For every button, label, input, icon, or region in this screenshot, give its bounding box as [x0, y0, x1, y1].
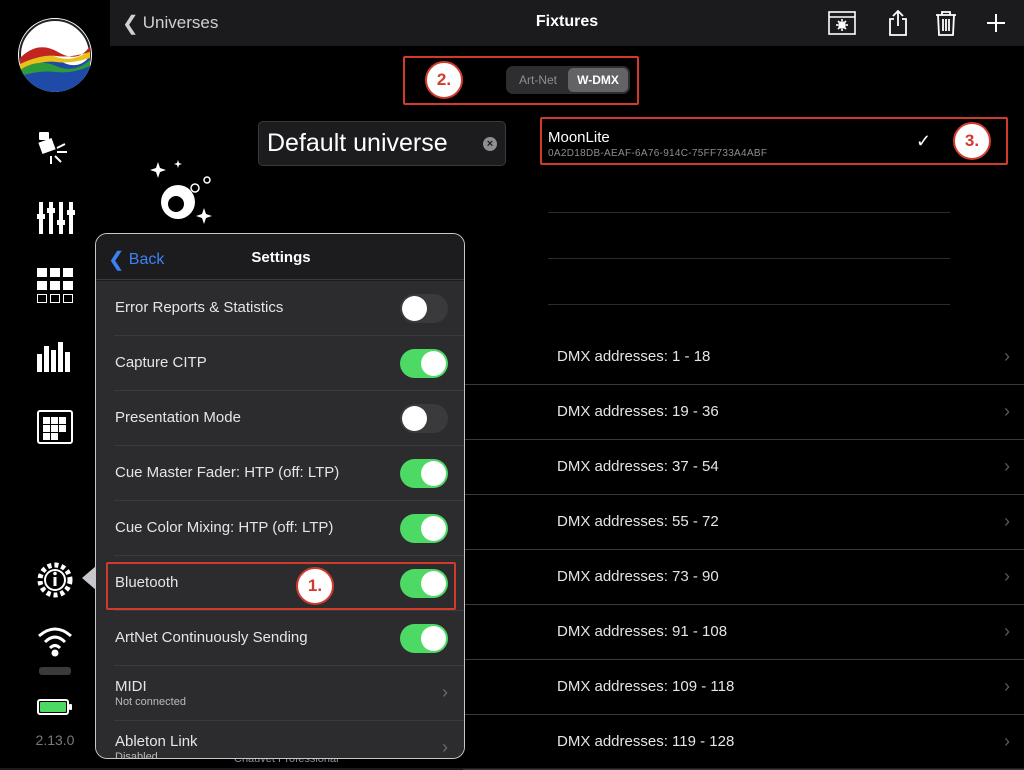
annotation-badge-1: 1.	[296, 567, 334, 605]
error-reports-toggle[interactable]	[400, 294, 448, 323]
dmx-row-label: DMX addresses: 73 - 90	[557, 568, 719, 585]
faders-icon[interactable]	[35, 198, 75, 238]
device-name: MoonLite	[548, 129, 610, 146]
universe-name-value: Default universe	[267, 129, 448, 157]
sparkle-fixture-icon	[146, 158, 226, 228]
capture-citp-toggle[interactable]	[400, 349, 448, 378]
settings-title: Settings	[251, 249, 311, 266]
chevron-right-icon: ›	[1004, 401, 1010, 421]
grid-icon[interactable]	[35, 266, 75, 306]
dmx-row[interactable]: DMX addresses: 109 - 118 ›	[463, 660, 1024, 715]
protocol-option-artnet[interactable]: Art-Net	[508, 68, 568, 92]
presentation-mode-toggle[interactable]	[400, 404, 448, 433]
chevron-right-icon: ›	[1004, 346, 1010, 366]
setting-label: Ableton Link	[115, 733, 198, 750]
chevron-right-icon: ›	[1004, 566, 1010, 586]
setting-label: Error Reports & Statistics	[115, 299, 284, 316]
list-separator	[548, 212, 950, 213]
chevron-right-icon: ›	[442, 682, 448, 702]
dmx-row-label: DMX addresses: 37 - 54	[557, 458, 719, 475]
dmx-row[interactable]: DMX addresses: 55 - 72 ›	[463, 495, 1024, 550]
wifi-icon	[35, 620, 75, 660]
setting-capture-citp: Capture CITP	[96, 336, 464, 391]
protocol-segmented-control[interactable]: Art-Net W-DMX	[506, 66, 630, 94]
list-separator	[548, 258, 950, 259]
fixture-library-button[interactable]	[826, 8, 858, 38]
clear-text-icon[interactable]: ×	[483, 136, 497, 151]
setting-status: Not connected	[115, 696, 186, 708]
dmx-row-label: DMX addresses: 55 - 72	[557, 513, 719, 530]
settings-gear-icon[interactable]	[35, 560, 75, 600]
chevron-right-icon: ›	[1004, 511, 1010, 531]
annotation-badge-3: 3.	[953, 122, 991, 160]
setting-label: Presentation Mode	[115, 409, 241, 426]
add-button[interactable]	[980, 8, 1012, 38]
dmx-row[interactable]: DMX addresses: 91 - 108 ›	[463, 605, 1024, 660]
dmx-row-label: DMX addresses: 19 - 36	[557, 403, 719, 420]
dmx-row[interactable]: DMX addresses: 37 - 54 ›	[463, 440, 1024, 495]
dmx-row[interactable]: DMX addresses: 19 - 36 ›	[463, 385, 1024, 440]
setting-label: MIDI	[115, 678, 147, 695]
setting-midi[interactable]: MIDI Not connected ›	[96, 666, 464, 721]
share-button[interactable]	[882, 8, 914, 38]
setting-label: Capture CITP	[115, 354, 207, 371]
chevron-right-icon: ›	[442, 737, 448, 757]
setting-artnet-continuous: ArtNet Continuously Sending	[96, 611, 464, 666]
annotation-box-bluetooth	[106, 562, 456, 610]
setting-label: Cue Color Mixing: HTP (off: LTP)	[115, 519, 334, 536]
protocol-option-wdmx[interactable]: W-DMX	[568, 68, 628, 92]
popover-arrow	[82, 566, 96, 590]
dmx-row[interactable]: DMX addresses: 1 - 18 ›	[463, 330, 1024, 385]
app-version: 2.13.0	[35, 732, 75, 748]
setting-cue-master-fader: Cue Master Fader: HTP (off: LTP)	[96, 446, 464, 501]
dmx-row-label: DMX addresses: 119 - 128	[557, 733, 735, 750]
dmx-row[interactable]: DMX addresses: 119 - 128 ›	[463, 715, 1024, 770]
list-separator	[548, 304, 950, 305]
popover-header: ❮ Back Settings	[96, 234, 464, 280]
cue-color-mixing-toggle[interactable]	[400, 514, 448, 543]
universe-name-field[interactable]: Default universe ×	[258, 121, 506, 166]
cue-master-fader-toggle[interactable]	[400, 459, 448, 488]
checkmark-icon: ✓	[916, 131, 932, 151]
app-logo	[18, 18, 92, 92]
chevron-right-icon: ›	[1004, 456, 1010, 476]
fixture-spot-icon[interactable]	[35, 128, 75, 168]
chevron-right-icon: ›	[1004, 731, 1010, 751]
setting-cue-color-mixing: Cue Color Mixing: HTP (off: LTP)	[96, 501, 464, 556]
dmx-row-label: DMX addresses: 1 - 18	[557, 348, 711, 365]
trash-button[interactable]	[930, 8, 962, 38]
battery-icon	[37, 699, 73, 715]
settings-popover: ❮ Back Settings Error Reports & Statisti…	[95, 233, 465, 759]
wdmx-device-row[interactable]: MoonLite 0A2D18DB-AEAF-6A76-914C-75FF733…	[542, 121, 1002, 163]
status-bar-indicator	[39, 667, 71, 675]
top-bar: ❮ Universes Fixtures	[110, 0, 1024, 46]
equalizer-icon[interactable]	[35, 338, 75, 378]
setting-status: Disabled	[115, 751, 158, 759]
setting-label: ArtNet Continuously Sending	[115, 629, 308, 646]
setting-error-reports: Error Reports & Statistics	[96, 281, 464, 336]
setting-ableton-link[interactable]: Ableton Link Disabled ›	[96, 721, 464, 759]
dmx-row[interactable]: DMX addresses: 73 - 90 ›	[463, 550, 1024, 605]
annotation-badge-2: 2.	[425, 61, 463, 99]
chevron-right-icon: ›	[1004, 676, 1010, 696]
dmx-row-label: DMX addresses: 109 - 118	[557, 678, 735, 695]
sidebar: 2.13.0	[0, 0, 110, 768]
device-id: 0A2D18DB-AEAF-6A76-914C-75FF733A4ABF	[548, 148, 768, 159]
setting-label: Cue Master Fader: HTP (off: LTP)	[115, 464, 340, 481]
cue-grid-icon[interactable]	[35, 406, 75, 446]
chevron-right-icon: ›	[1004, 621, 1010, 641]
dmx-row-label: DMX addresses: 91 - 108	[557, 623, 728, 640]
setting-presentation-mode: Presentation Mode	[96, 391, 464, 446]
artnet-continuous-toggle[interactable]	[400, 624, 448, 653]
